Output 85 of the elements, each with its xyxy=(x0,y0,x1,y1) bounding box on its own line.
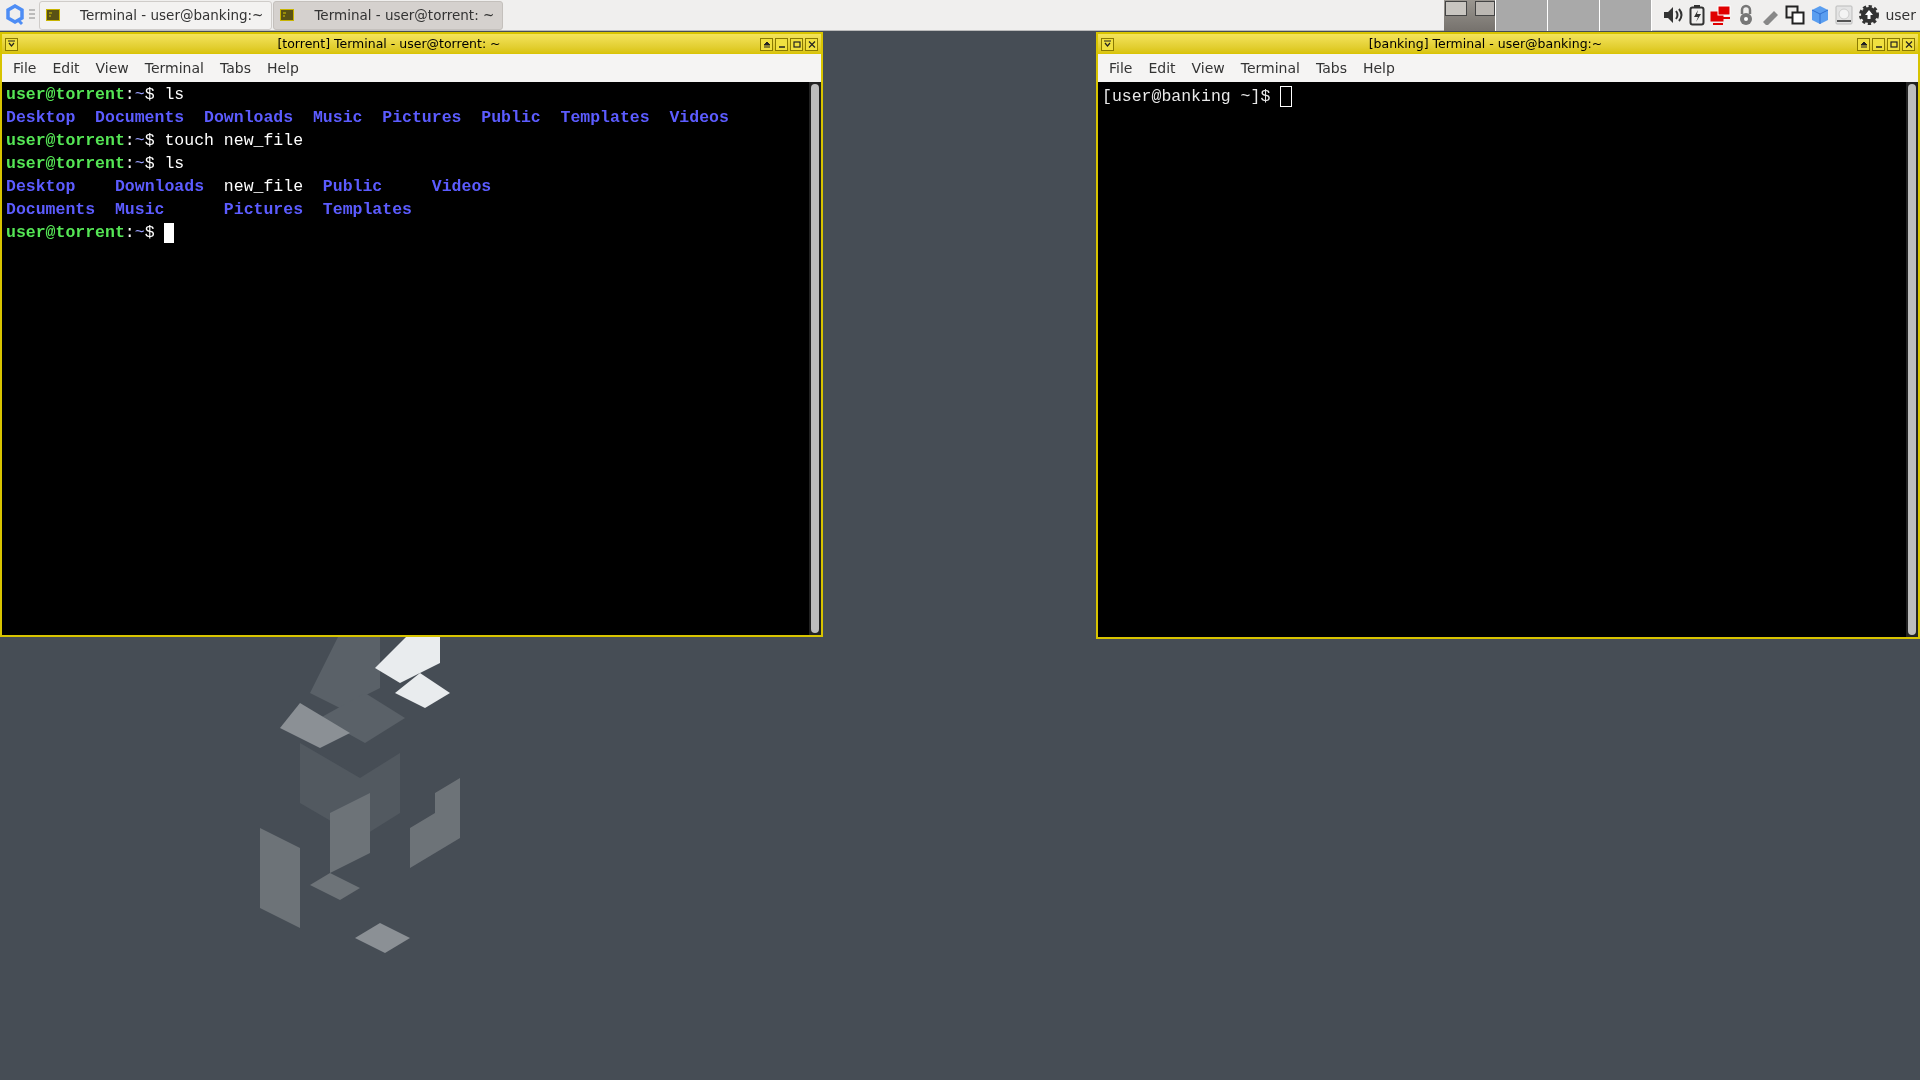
directory-name: Downloads xyxy=(114,176,205,198)
menu-item[interactable]: Edit xyxy=(45,57,87,79)
prompt-user: user@torrent xyxy=(6,130,125,152)
close-icon xyxy=(807,40,816,48)
window-menu-button[interactable] xyxy=(1101,37,1114,51)
command-text: ls xyxy=(164,153,185,175)
menu-item[interactable]: View xyxy=(1184,57,1232,79)
directory-name: Public xyxy=(481,107,541,129)
prompt-path: ~ xyxy=(134,130,145,152)
prompt-path: ~ xyxy=(134,84,145,106)
menu-item[interactable]: File xyxy=(1102,57,1140,79)
prompt-path: ~ xyxy=(134,153,145,175)
prompt-symbol: $ xyxy=(144,84,155,106)
directory-name: Pictures xyxy=(382,107,462,129)
minimize-button[interactable] xyxy=(775,37,788,51)
taskbar-button[interactable]: Terminal - user@torrent: ~ xyxy=(273,0,504,30)
prompt-user: user@torrent xyxy=(6,153,125,175)
caret-icon xyxy=(1103,40,1112,48)
minimize-button[interactable] xyxy=(1872,37,1885,51)
prompt-separator: : xyxy=(124,153,135,175)
settings-icon[interactable] xyxy=(1858,4,1881,26)
shade-icon xyxy=(762,40,771,48)
menu-item[interactable]: Terminal xyxy=(137,57,211,79)
menu-item[interactable]: Tabs xyxy=(212,57,258,79)
prompt-text: [user@banking ~]$ xyxy=(1102,86,1271,108)
shade-icon xyxy=(1859,40,1868,48)
qubes-logo-icon[interactable] xyxy=(5,4,25,26)
prompt-separator: : xyxy=(124,84,135,106)
prompt-separator: : xyxy=(124,222,135,244)
close-button[interactable] xyxy=(1902,37,1915,51)
menu-item[interactable]: File xyxy=(6,57,44,79)
terminal-icon xyxy=(280,9,295,21)
network-icon[interactable] xyxy=(1710,4,1733,26)
directory-name: Public xyxy=(322,176,384,198)
window-menu-button[interactable] xyxy=(5,37,18,51)
maximize-icon xyxy=(792,40,801,48)
windows-icon[interactable] xyxy=(1785,5,1806,25)
directory-name: Templates xyxy=(322,199,412,221)
menu-item[interactable]: Help xyxy=(1355,57,1402,79)
maximize-icon xyxy=(1889,40,1898,48)
directory-name: Music xyxy=(312,107,363,129)
prompt-user: user@torrent xyxy=(6,84,125,106)
shade-button[interactable] xyxy=(760,37,773,51)
taskbar-button[interactable]: Terminal - user@banking:~ xyxy=(39,0,273,30)
prompt-separator: : xyxy=(124,130,135,152)
terminal-icon xyxy=(46,9,60,21)
directory-name: Desktop xyxy=(6,176,77,198)
window-title: [banking] Terminal - user@banking:~ xyxy=(1368,34,1603,53)
directory-name: Music xyxy=(114,199,166,221)
workspace[interactable] xyxy=(1444,0,1497,31)
user-name[interactable]: user xyxy=(1885,4,1916,26)
prompt-symbol: $ xyxy=(144,153,155,175)
menu-item[interactable]: Tabs xyxy=(1308,57,1354,79)
directory-name: Downloads xyxy=(204,107,294,129)
prompt-path: ~ xyxy=(134,222,145,244)
directory-name: Templates xyxy=(560,107,650,129)
mini-window xyxy=(1475,0,1496,16)
close-icon xyxy=(1904,40,1913,48)
cube-icon[interactable] xyxy=(1810,5,1831,25)
directory-name: Desktop xyxy=(6,107,76,129)
battery-icon[interactable] xyxy=(1689,4,1706,26)
speaker-icon[interactable] xyxy=(1662,5,1685,25)
shade-button[interactable] xyxy=(1857,37,1870,51)
command-text: touch new_file xyxy=(164,130,304,152)
directory-name: Documents xyxy=(6,199,96,221)
directory-name: Videos xyxy=(669,107,729,129)
menu-item[interactable]: View xyxy=(88,57,136,79)
menu-item[interactable]: Edit xyxy=(1141,57,1183,79)
command-text: ls xyxy=(164,84,185,106)
file-name: new_file xyxy=(223,176,304,198)
handle-icon[interactable] xyxy=(29,8,35,22)
maximize-button[interactable] xyxy=(790,37,803,51)
directory-name: Videos xyxy=(431,176,492,198)
prompt-symbol: $ xyxy=(144,222,155,244)
close-button[interactable] xyxy=(805,37,818,51)
prompt-symbol: $ xyxy=(144,130,155,152)
prompt-user: user@torrent xyxy=(6,222,125,244)
menu-item[interactable]: Terminal xyxy=(1233,57,1307,79)
caret-icon xyxy=(7,40,16,48)
menu-item[interactable]: Help xyxy=(259,57,306,79)
directory-name: Pictures xyxy=(223,199,304,221)
window-title: [torrent] Terminal - user@torrent: ~ xyxy=(277,34,501,53)
maximize-button[interactable] xyxy=(1887,37,1900,51)
mini-window xyxy=(1445,0,1468,16)
directory-name: Documents xyxy=(95,107,185,129)
